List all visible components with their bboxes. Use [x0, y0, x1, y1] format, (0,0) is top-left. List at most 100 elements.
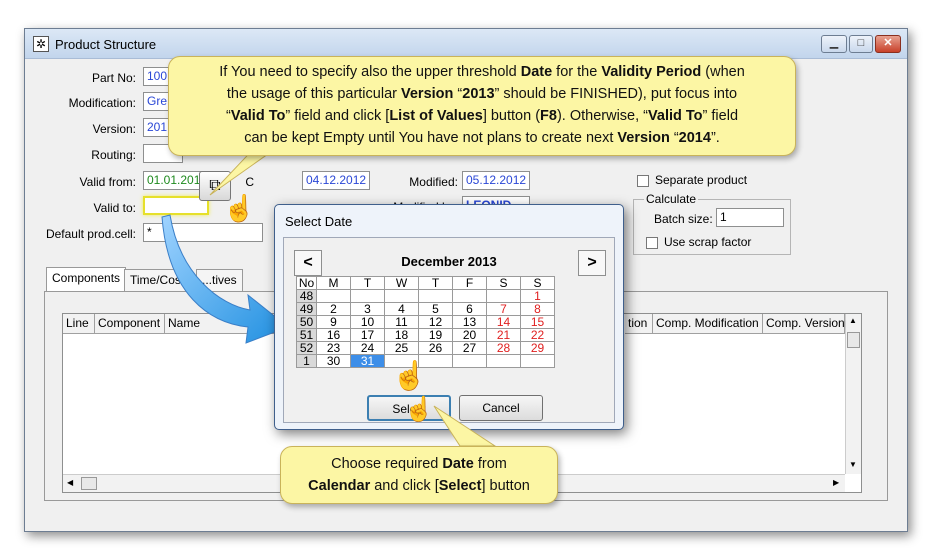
column-header-comp-modification[interactable]: Comp. Modification: [653, 314, 763, 334]
calendar-week-row: 51 16 17 18 19 20 21 22: [296, 328, 555, 342]
modified-field[interactable]: 05.12.2012: [462, 171, 530, 190]
callout-text-segment: List of Values: [389, 108, 483, 124]
title-bar[interactable]: ✲ Product Structure ▁ □ ✕: [25, 29, 907, 59]
calendar-day[interactable]: 22: [520, 328, 555, 342]
callout-top-line: If You need to specify also the upper th…: [169, 61, 795, 83]
prev-month-button[interactable]: <: [294, 250, 322, 276]
scroll-up-icon[interactable]: ▲: [849, 316, 857, 325]
valid-from-label: Valid from:: [79, 175, 136, 189]
week-number: 52: [296, 341, 317, 355]
calendar-day[interactable]: 18: [384, 328, 419, 342]
day-header: F: [452, 276, 487, 290]
select-date-dialog: Select Date < December 2013 > No M T W T…: [274, 204, 624, 430]
day-header: S: [520, 276, 555, 290]
callout-top-line: “Valid To” field and click [List of Valu…: [169, 105, 795, 127]
maximize-button[interactable]: □: [849, 35, 873, 53]
callout-top: If You need to specify also the upper th…: [168, 56, 796, 156]
calendar-day[interactable]: 30: [316, 354, 351, 368]
calendar-day[interactable]: 24: [350, 341, 385, 355]
column-header-comp-version[interactable]: Comp. Version: [763, 314, 845, 334]
column-header-partial[interactable]: tion: [625, 314, 653, 334]
week-number: 50: [296, 315, 317, 329]
calendar-day[interactable]: 10: [350, 315, 385, 329]
callout-text-segment: If You need to specify also the upper th…: [219, 64, 521, 80]
close-button[interactable]: ✕: [875, 35, 901, 53]
created-field[interactable]: 04.12.2012: [302, 171, 370, 190]
calendar-day[interactable]: 3: [350, 302, 385, 316]
callout-text-segment: Valid To: [230, 108, 286, 124]
calendar-day[interactable]: 28: [486, 341, 521, 355]
use-scrap-factor-label: Use scrap factor: [664, 235, 752, 249]
week-number: 51: [296, 328, 317, 342]
callout-text-segment: Date: [442, 456, 474, 472]
minimize-button[interactable]: ▁: [821, 35, 847, 53]
callout-text-segment: and click [: [370, 478, 439, 494]
calendar-day[interactable]: 12: [418, 315, 453, 329]
day-header: T: [418, 276, 453, 290]
callout-text-segment: Select: [438, 478, 482, 494]
calendar-day[interactable]: 29: [520, 341, 555, 355]
column-header-line[interactable]: Line: [63, 314, 95, 334]
scroll-right-icon[interactable]: ▶: [833, 478, 839, 487]
vertical-scrollbar[interactable]: ▲ ▼: [845, 314, 861, 474]
batch-size-field[interactable]: 1: [716, 208, 784, 227]
calendar-day[interactable]: 1: [520, 289, 555, 303]
column-header-component[interactable]: Component: [95, 314, 165, 334]
callout-text-segment: ”.: [710, 130, 720, 146]
calendar-empty-cell: [418, 289, 453, 303]
part-no-label: Part No:: [91, 71, 136, 85]
callout-bottom-line: Calendar and click [Select] button: [281, 475, 557, 497]
calendar-day[interactable]: 27: [452, 341, 487, 355]
scroll-left-icon[interactable]: ◀: [67, 478, 73, 487]
next-month-button[interactable]: >: [578, 250, 606, 276]
callout-text-segment: Version: [617, 130, 670, 146]
hand-cursor-icon: ☝: [392, 360, 427, 391]
calendar-day[interactable]: 17: [350, 328, 385, 342]
calendar-day[interactable]: 8: [520, 302, 555, 316]
app-icon: ✲: [33, 36, 49, 52]
scroll-down-icon[interactable]: ▼: [849, 460, 857, 469]
calendar-day[interactable]: 19: [418, 328, 453, 342]
calendar-day[interactable]: 2: [316, 302, 351, 316]
callout-text-segment: F8: [540, 108, 557, 124]
callout-bottom-tail: [433, 405, 497, 447]
scroll-thumb-horizontal[interactable]: [81, 477, 97, 490]
batch-size-label: Batch size:: [654, 212, 713, 226]
calendar-empty-cell: [384, 289, 419, 303]
week-number: 48: [296, 289, 317, 303]
callout-bottom-line: Choose required Date from: [281, 453, 557, 475]
calendar-day[interactable]: 26: [418, 341, 453, 355]
calendar-day[interactable]: 21: [486, 328, 521, 342]
calendar-day[interactable]: 11: [384, 315, 419, 329]
calendar-day[interactable]: 20: [452, 328, 487, 342]
calendar-day[interactable]: 15: [520, 315, 555, 329]
calendar-day[interactable]: 6: [452, 302, 487, 316]
calendar-day[interactable]: 13: [452, 315, 487, 329]
callout-top-line: the usage of this particular Version “20…: [169, 83, 795, 105]
callout-text-segment: Choose required: [331, 456, 443, 472]
dialog-title: Select Date: [285, 214, 353, 229]
week-number-header: No: [296, 276, 317, 290]
callout-text-segment: ] button: [481, 478, 530, 494]
scroll-thumb[interactable]: [847, 332, 860, 348]
separate-product-checkbox[interactable]: [637, 175, 649, 187]
calendar-day[interactable]: 25: [384, 341, 419, 355]
calendar-day[interactable]: 4: [384, 302, 419, 316]
callout-text-segment: ] button (: [482, 108, 541, 124]
use-scrap-factor-checkbox[interactable]: [646, 237, 658, 249]
calendar-day[interactable]: 7: [486, 302, 521, 316]
calendar-day[interactable]: 14: [486, 315, 521, 329]
valid-to-label: Valid to:: [93, 201, 136, 215]
calendar-empty-cell: [452, 354, 487, 368]
calendar-day[interactable]: 5: [418, 302, 453, 316]
callout-bottom: Choose required Date from Calendar and c…: [280, 446, 558, 504]
tab-components[interactable]: Components: [46, 267, 127, 291]
calendar-day[interactable]: 23: [316, 341, 351, 355]
calendar-day[interactable]: 31: [350, 354, 385, 368]
callout-text-segment: 2013: [462, 86, 495, 102]
month-label: December 2013: [401, 254, 497, 269]
calendar-day[interactable]: 16: [316, 328, 351, 342]
callout-text-segment: Version: [401, 86, 454, 102]
calendar-day[interactable]: 9: [316, 315, 351, 329]
day-header: T: [350, 276, 385, 290]
